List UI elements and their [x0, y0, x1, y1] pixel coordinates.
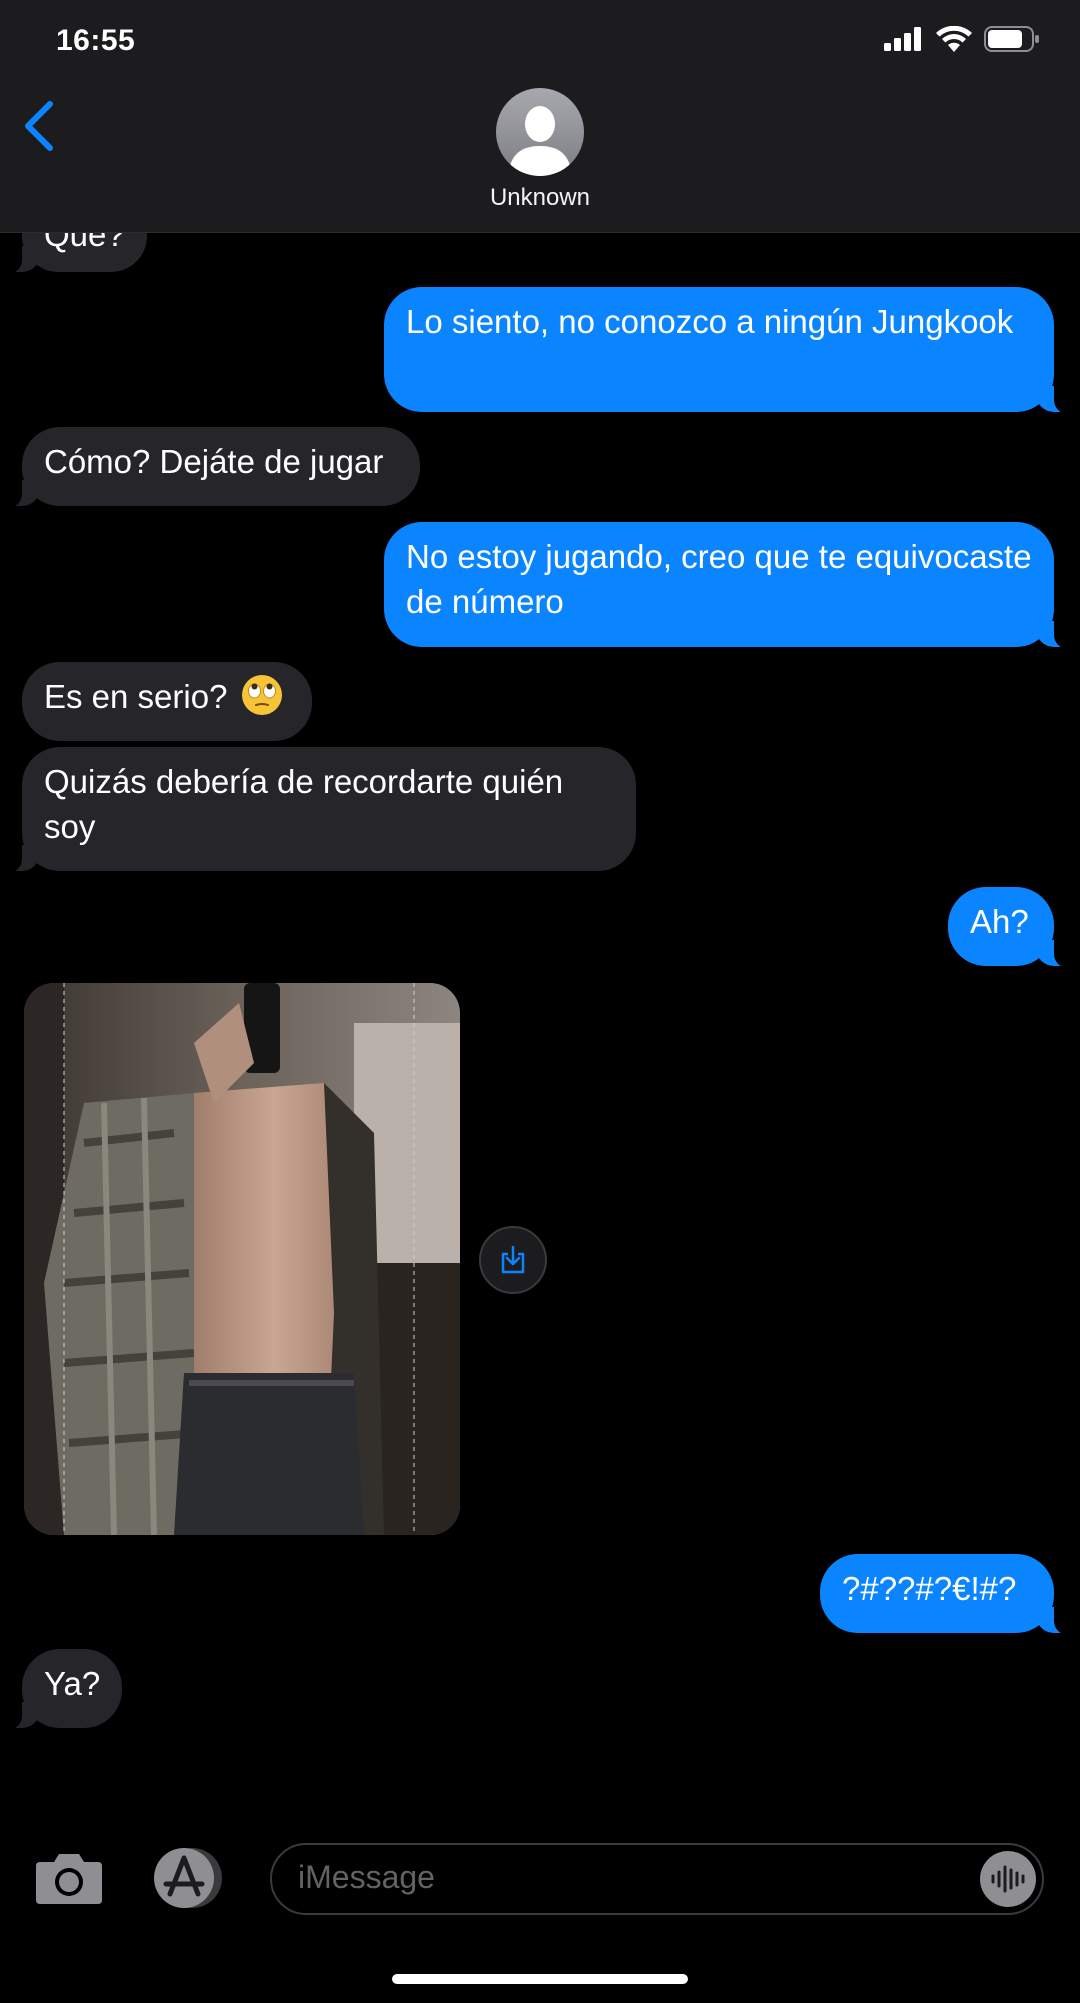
camera-icon [36, 1854, 102, 1904]
message-bubble-incoming[interactable]: Quizás debería de recordarte quién soy [0, 747, 636, 873]
cellular-signal-icon [884, 27, 921, 51]
message-text: Cómo? Dejáte de jugar [44, 443, 384, 480]
app-store-button[interactable] [146, 1846, 226, 1910]
save-photo-button[interactable] [479, 1226, 547, 1294]
message-bubble-incoming[interactable]: Es en serio? [22, 662, 312, 741]
wifi-icon [936, 26, 972, 52]
message-bubble-outgoing[interactable]: ?#??#?€!#? [820, 1554, 1076, 1635]
contact-avatar[interactable] [496, 88, 584, 176]
contact-name[interactable]: Unknown [0, 184, 1080, 212]
message-input-placeholder: iMessage [298, 1859, 435, 1895]
chevron-left-icon [25, 101, 53, 151]
photo-image [24, 983, 460, 1535]
face-with-rolling-eyes-icon [241, 675, 282, 715]
app-store-icon [154, 1848, 222, 1908]
status-icons [884, 26, 1040, 52]
message-input[interactable]: iMessage [270, 1843, 1044, 1915]
message-bubble-outgoing[interactable]: Ah? [948, 887, 1076, 968]
message-text: Es en serio? [44, 678, 228, 715]
message-text: Ah? [970, 903, 1029, 940]
message-text: Quizás debería de recordarte quién soy [44, 763, 564, 845]
download-icon [501, 1245, 525, 1274]
conversation-header: 16:55 Unknown [0, 0, 1080, 233]
person-silhouette-icon [508, 106, 572, 176]
message-text: No estoy jugando, creo que te equivocast… [406, 538, 1032, 620]
camera-button[interactable] [34, 1850, 104, 1906]
photo-attachment[interactable] [24, 983, 460, 1535]
home-indicator[interactable] [392, 1974, 688, 1984]
message-bubble-outgoing[interactable]: Lo siento, no conozco a ningún Jungkook [384, 287, 1076, 414]
status-time: 16:55 [56, 24, 136, 57]
message-text: Lo siento, no conozco a ningún Jungkook [406, 303, 1014, 340]
message-bubble-incoming[interactable]: Cómo? Dejáte de jugar [0, 427, 420, 508]
back-button[interactable] [16, 96, 66, 156]
message-bubble-incoming[interactable]: Ya? [0, 1649, 122, 1730]
message-bubble-outgoing[interactable]: No estoy jugando, creo que te equivocast… [384, 522, 1076, 649]
audio-waveform-icon [991, 1865, 1025, 1893]
message-text: ?#??#?€!#? [842, 1570, 1017, 1607]
message-text: Ya? [44, 1665, 101, 1702]
audio-message-button[interactable] [980, 1851, 1036, 1907]
battery-icon [984, 26, 1039, 52]
